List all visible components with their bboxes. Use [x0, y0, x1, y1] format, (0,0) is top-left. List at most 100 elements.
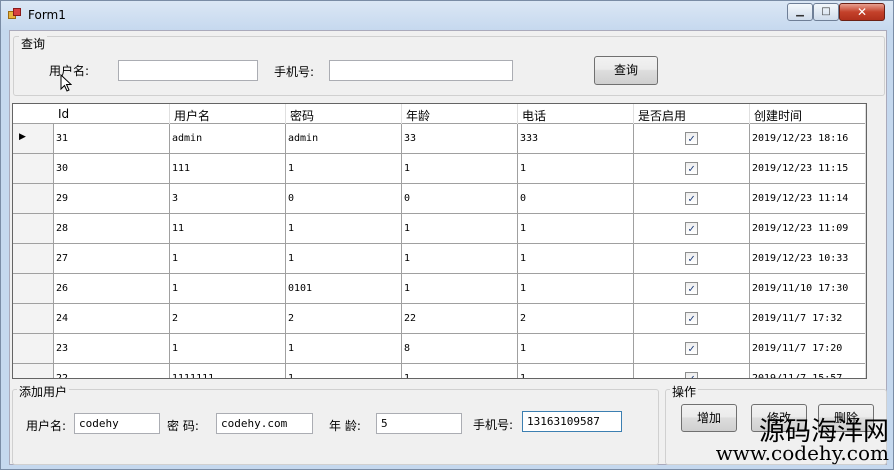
scroll-down-icon[interactable]: ▼: [866, 362, 867, 379]
cell-created[interactable]: 2019/12/23 11:09: [750, 214, 866, 244]
cell-password[interactable]: 1: [286, 334, 402, 364]
table-row[interactable]: 27 1 1 1 1 ✓ 2019/12/23 10:33: [13, 244, 866, 274]
cell-username[interactable]: 2: [170, 304, 286, 334]
close-button[interactable]: ✕: [839, 3, 885, 21]
maximize-button[interactable]: □: [813, 3, 839, 21]
enabled-cell[interactable]: ✓: [634, 364, 750, 378]
cell-age[interactable]: 1: [402, 214, 518, 244]
table-row[interactable]: ▶ 31 admin admin 33 333 ✓ 2019/12/23 18:16: [13, 124, 866, 154]
cell-username[interactable]: admin: [170, 124, 286, 154]
cell-password[interactable]: 0101: [286, 274, 402, 304]
cell-username[interactable]: 1: [170, 244, 286, 274]
enabled-checkbox[interactable]: ✓: [685, 312, 698, 325]
cell-password[interactable]: admin: [286, 124, 402, 154]
enabled-cell[interactable]: ✓: [634, 304, 750, 334]
column-header[interactable]: 用户名: [170, 104, 286, 124]
enabled-checkbox[interactable]: ✓: [685, 282, 698, 295]
row-header[interactable]: [13, 304, 54, 334]
cell-username[interactable]: 111: [170, 154, 286, 184]
cell-phone[interactable]: 0: [518, 184, 634, 214]
add-username-input[interactable]: codehy: [74, 413, 160, 434]
cell-username[interactable]: 1: [170, 334, 286, 364]
table-row[interactable]: 28 11 1 1 1 ✓ 2019/12/23 11:09: [13, 214, 866, 244]
title-bar[interactable]: Form1 ▁ □ ✕: [1, 1, 893, 29]
query-phone-input[interactable]: [329, 60, 513, 81]
cell-age[interactable]: 22: [402, 304, 518, 334]
table-row[interactable]: 23 1 1 8 1 ✓ 2019/11/7 17:20: [13, 334, 866, 364]
cell-created[interactable]: 2019/12/23 11:14: [750, 184, 866, 214]
search-button[interactable]: 查询: [594, 56, 658, 85]
enabled-checkbox[interactable]: ✓: [685, 222, 698, 235]
cell-id[interactable]: 22: [54, 364, 170, 378]
cell-password[interactable]: 2: [286, 304, 402, 334]
cell-created[interactable]: 2019/11/7 17:32: [750, 304, 866, 334]
column-header[interactable]: 密码: [286, 104, 402, 124]
cell-age[interactable]: 1: [402, 244, 518, 274]
enabled-checkbox[interactable]: ✓: [685, 192, 698, 205]
cell-username[interactable]: 11: [170, 214, 286, 244]
cell-created[interactable]: 2019/12/23 18:16: [750, 124, 866, 154]
cell-password[interactable]: 0: [286, 184, 402, 214]
enabled-cell[interactable]: ✓: [634, 214, 750, 244]
row-header[interactable]: ▶: [13, 124, 54, 154]
cell-created[interactable]: 2019/11/7 17:20: [750, 334, 866, 364]
enabled-checkbox[interactable]: ✓: [685, 372, 698, 378]
cell-phone[interactable]: 2: [518, 304, 634, 334]
column-header[interactable]: 年龄: [402, 104, 518, 124]
row-header[interactable]: [13, 184, 54, 214]
cell-phone[interactable]: 1: [518, 214, 634, 244]
scroll-up-icon[interactable]: ▲: [866, 105, 867, 122]
add-password-input[interactable]: codehy.com: [216, 413, 313, 434]
row-header[interactable]: [13, 364, 54, 378]
cell-id[interactable]: 23: [54, 334, 170, 364]
cell-id[interactable]: 30: [54, 154, 170, 184]
row-header[interactable]: [13, 334, 54, 364]
cell-id[interactable]: 31: [54, 124, 170, 154]
enabled-cell[interactable]: ✓: [634, 244, 750, 274]
enabled-cell[interactable]: ✓: [634, 184, 750, 214]
cell-id[interactable]: 24: [54, 304, 170, 334]
cell-phone[interactable]: 1: [518, 154, 634, 184]
enabled-cell[interactable]: ✓: [634, 124, 750, 154]
cell-age[interactable]: 1: [402, 274, 518, 304]
enabled-cell[interactable]: ✓: [634, 334, 750, 364]
cell-created[interactable]: 2019/12/23 11:15: [750, 154, 866, 184]
table-row[interactable]: 24 2 2 22 2 ✓ 2019/11/7 17:32: [13, 304, 866, 334]
cell-phone[interactable]: 1: [518, 334, 634, 364]
cell-age[interactable]: 1: [402, 364, 518, 378]
cell-age[interactable]: 8: [402, 334, 518, 364]
cell-age[interactable]: 33: [402, 124, 518, 154]
cell-id[interactable]: 28: [54, 214, 170, 244]
column-header[interactable]: 电话: [518, 104, 634, 124]
enabled-checkbox[interactable]: ✓: [685, 342, 698, 355]
table-row[interactable]: 22 1111111 1 1 1 ✓ 2019/11/7 15:57: [13, 364, 866, 378]
cell-password[interactable]: 1: [286, 364, 402, 378]
column-header[interactable]: 创建时间: [750, 104, 866, 124]
table-row[interactable]: 30 111 1 1 1 ✓ 2019/12/23 11:15: [13, 154, 866, 184]
cell-created[interactable]: 2019/12/23 10:33: [750, 244, 866, 274]
cell-age[interactable]: 0: [402, 184, 518, 214]
row-header[interactable]: [13, 274, 54, 304]
enabled-checkbox[interactable]: ✓: [685, 132, 698, 145]
cell-username[interactable]: 1: [170, 274, 286, 304]
row-header[interactable]: [13, 244, 54, 274]
cell-id[interactable]: 27: [54, 244, 170, 274]
cell-id[interactable]: 29: [54, 184, 170, 214]
enabled-cell[interactable]: ✓: [634, 274, 750, 304]
cell-username[interactable]: 1111111: [170, 364, 286, 378]
cell-password[interactable]: 1: [286, 214, 402, 244]
cell-age[interactable]: 1: [402, 154, 518, 184]
enabled-cell[interactable]: ✓: [634, 154, 750, 184]
users-data-grid[interactable]: Id 用户名 密码 年龄 电话 是否启用 创建时间 ▶ 31 admin admin 33 333 ✓ 2…: [12, 103, 867, 379]
table-row[interactable]: 26 1 0101 1 1 ✓ 2019/11/10 17:30: [13, 274, 866, 304]
cell-phone[interactable]: 1: [518, 364, 634, 378]
column-header[interactable]: 是否启用: [634, 104, 750, 124]
cell-created[interactable]: 2019/11/7 15:57: [750, 364, 866, 378]
cell-phone[interactable]: 1: [518, 274, 634, 304]
grid-vertical-scrollbar[interactable]: ▲ ▼: [865, 105, 867, 379]
row-header[interactable]: [13, 214, 54, 244]
table-row[interactable]: 29 3 0 0 0 ✓ 2019/12/23 11:14: [13, 184, 866, 214]
cell-password[interactable]: 1: [286, 244, 402, 274]
cell-phone[interactable]: 1: [518, 244, 634, 274]
add-phone-input[interactable]: 13163109587: [522, 411, 622, 432]
